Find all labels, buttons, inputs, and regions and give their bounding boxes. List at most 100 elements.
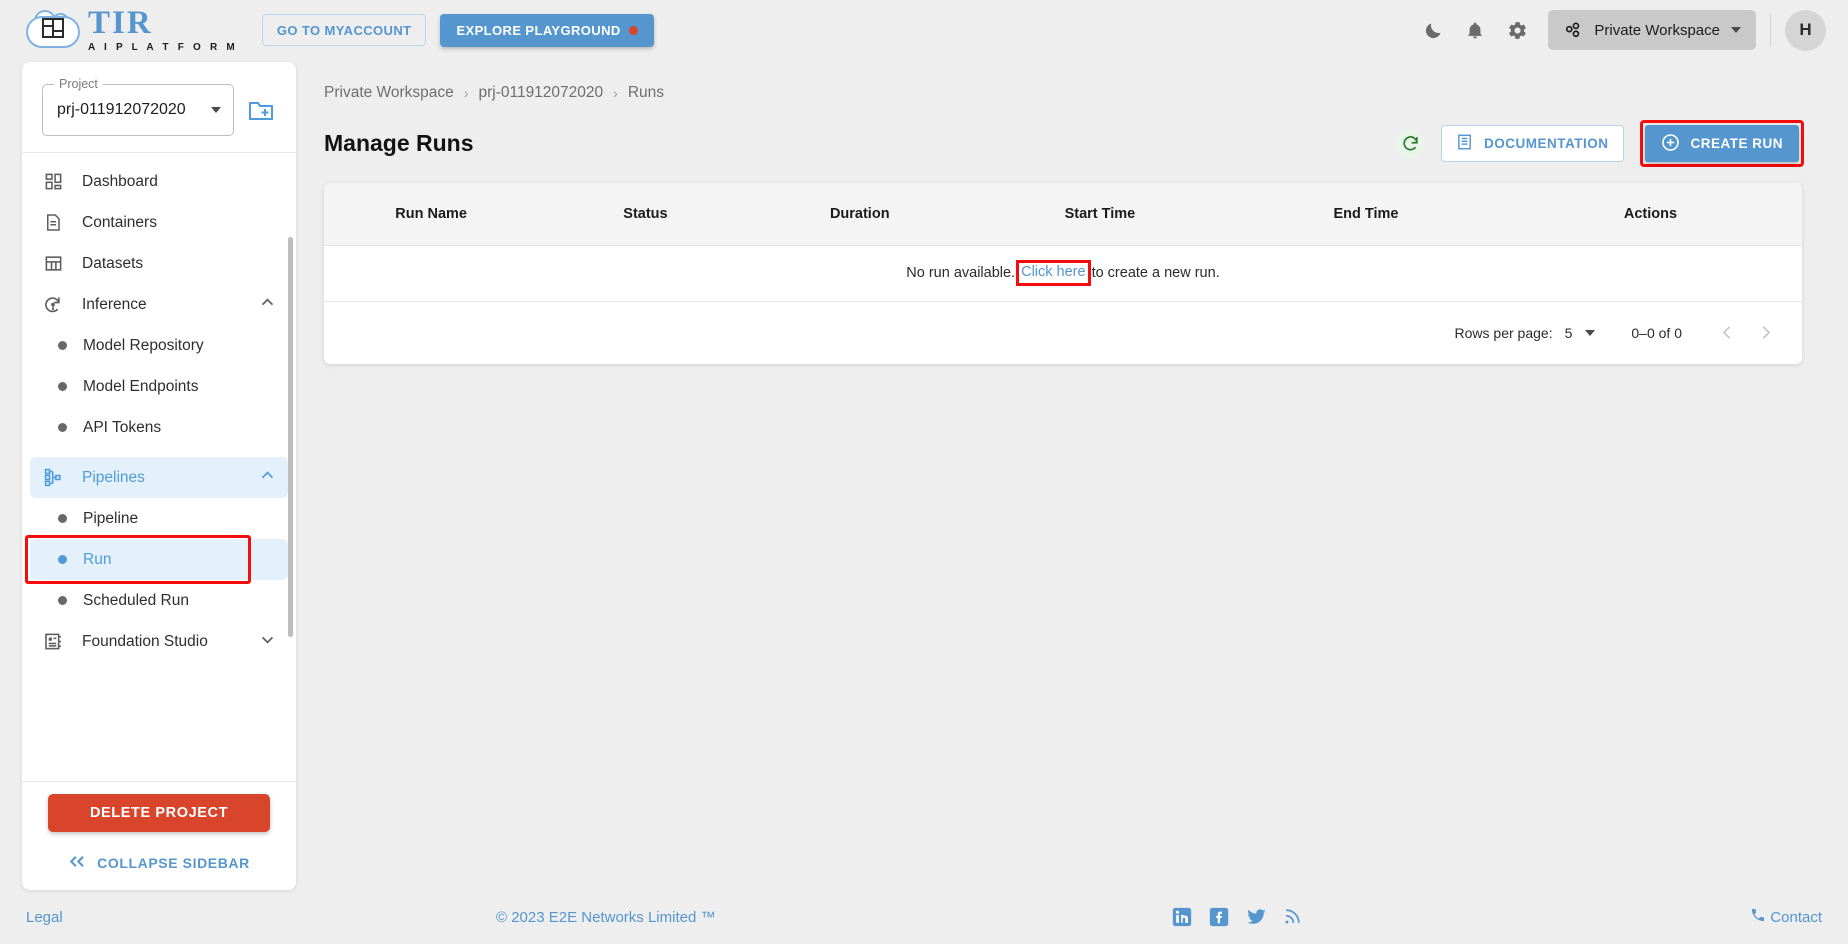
empty-state-prefix: No run available.: [906, 265, 1016, 281]
sidebar-scrollbar[interactable]: [288, 237, 293, 637]
sidebar-item-dashboard[interactable]: Dashboard: [30, 161, 288, 202]
footer-contact-link[interactable]: Contact: [1750, 907, 1822, 927]
workspace-icon: [1566, 22, 1580, 38]
sidebar-item-label: Scheduled Run: [83, 591, 189, 609]
chevron-down-icon: [211, 107, 221, 113]
app-logo[interactable]: TIR A I P L A T F O R M: [26, 7, 238, 53]
linkedin-icon[interactable]: [1172, 907, 1192, 927]
sidebar-item-datasets[interactable]: Datasets: [30, 243, 288, 284]
column-header-status[interactable]: Status: [538, 183, 753, 246]
sidebar-item-label: Containers: [82, 213, 157, 231]
bell-icon[interactable]: [1454, 9, 1496, 51]
sidebar-item-label: Model Repository: [83, 336, 204, 354]
breadcrumb-item-project[interactable]: prj-011912072020: [478, 84, 603, 102]
page-header-actions: DOCUMENTATION CREATE RUN: [1395, 120, 1824, 167]
breadcrumb-item-workspace[interactable]: Private Workspace: [324, 84, 454, 102]
plus-circle-icon: [1661, 133, 1680, 155]
column-header-end-time[interactable]: End Time: [1232, 183, 1499, 246]
sidebar-item-scheduled-run[interactable]: Scheduled Run: [30, 580, 288, 621]
chevron-down-icon: [1731, 27, 1741, 33]
empty-state-message: No run available. Click here to create a…: [906, 260, 1220, 286]
twitter-icon[interactable]: [1246, 907, 1266, 927]
refresh-icon[interactable]: [1395, 128, 1425, 159]
column-header-start-time[interactable]: Start Time: [966, 183, 1233, 246]
sidebar-item-containers[interactable]: Containers: [30, 202, 288, 243]
create-run-highlight-box: CREATE RUN: [1639, 120, 1804, 167]
column-header-run-name[interactable]: Run Name: [324, 183, 539, 246]
project-select-value: prj-011912072020: [57, 101, 186, 118]
sidebar-item-foundation-studio[interactable]: Foundation Studio: [30, 621, 288, 662]
main-content: Private Workspace › prj-011912072020 › R…: [324, 62, 1824, 364]
sidebar-item-inference[interactable]: Inference: [30, 284, 288, 325]
runs-table: Run Name Status Duration Start Time End …: [324, 183, 1802, 302]
gear-icon[interactable]: [1496, 9, 1538, 51]
chevron-down-icon: [259, 631, 276, 653]
empty-state-suffix: to create a new run.: [1091, 265, 1220, 281]
sidebar-item-label: API Tokens: [83, 418, 162, 436]
inference-icon: [42, 295, 64, 315]
sidebar-item-label: Pipelines: [82, 468, 145, 486]
chevron-down-icon: [1585, 329, 1596, 336]
rss-icon[interactable]: [1283, 907, 1303, 927]
workspace-label: Private Workspace: [1594, 21, 1720, 39]
sidebar-nav: Dashboard Containers Datasets Inference …: [22, 153, 296, 781]
moon-icon[interactable]: [1412, 9, 1454, 51]
explore-playground-label: EXPLORE PLAYGROUND: [456, 22, 621, 38]
logo-title: TIR: [88, 5, 153, 41]
folder-add-icon[interactable]: [248, 98, 276, 122]
create-run-label: CREATE RUN: [1690, 136, 1783, 151]
sidebar-item-label: Datasets: [82, 254, 144, 272]
click-here-link[interactable]: Click here: [1021, 264, 1085, 280]
create-run-button[interactable]: CREATE RUN: [1644, 125, 1799, 162]
top-bar: TIR A I P L A T F O R M GO TO MYACCOUNT …: [0, 0, 1848, 60]
record-dot-icon: [628, 25, 638, 35]
breadcrumb: Private Workspace › prj-011912072020 › R…: [324, 62, 1824, 102]
sidebar-item-model-repository[interactable]: Model Repository: [30, 325, 288, 366]
rows-per-page-select[interactable]: 5: [1565, 325, 1596, 341]
sidebar-item-label: Inference: [82, 295, 147, 313]
breadcrumb-item-runs[interactable]: Runs: [628, 84, 664, 102]
delete-project-button[interactable]: DELETE PROJECT: [48, 794, 270, 832]
runs-card: Run Name Status Duration Start Time End …: [324, 183, 1802, 364]
pipeline-icon: [42, 468, 64, 487]
studio-icon: [42, 632, 64, 651]
page-title: Manage Runs: [324, 130, 474, 156]
chevron-right-icon[interactable]: [1746, 314, 1784, 352]
documentation-button[interactable]: DOCUMENTATION: [1441, 125, 1624, 162]
book-icon: [1456, 133, 1473, 154]
footer-contact-label: Contact: [1770, 908, 1822, 926]
chevron-left-icon[interactable]: [1708, 314, 1746, 352]
sidebar-item-pipelines[interactable]: Pipelines: [30, 457, 288, 498]
grid-icon: [42, 254, 64, 273]
dashboard-icon: [42, 172, 64, 191]
column-header-actions[interactable]: Actions: [1498, 183, 1802, 246]
empty-state-cell: No run available. Click here to create a…: [324, 245, 1802, 302]
sidebar-item-model-endpoints[interactable]: Model Endpoints: [30, 366, 288, 407]
document-icon: [42, 213, 64, 232]
sidebar-item-run[interactable]: Run: [30, 539, 288, 580]
breadcrumb-separator: ›: [463, 85, 469, 101]
go-to-myaccount-button[interactable]: GO TO MYACCOUNT: [261, 14, 427, 46]
footer-legal-link[interactable]: Legal: [26, 909, 63, 926]
bullet-icon: [58, 341, 67, 350]
sidebar-item-api-tokens[interactable]: API Tokens: [30, 407, 288, 448]
bullet-icon: [58, 423, 67, 432]
explore-playground-button[interactable]: EXPLORE PLAYGROUND: [440, 13, 654, 47]
phone-icon: [1750, 907, 1766, 927]
bullet-icon: [58, 596, 67, 605]
column-header-duration[interactable]: Duration: [752, 183, 967, 246]
project-select[interactable]: Project prj-011912072020: [42, 77, 234, 136]
top-bar-right: Private Workspace H: [1412, 9, 1848, 51]
footer: Legal © 2023 E2E Networks Limited ™ Cont…: [0, 890, 1848, 944]
bullet-icon: [58, 382, 67, 391]
pagination-range: 0–0 of 0: [1631, 324, 1682, 341]
facebook-icon[interactable]: [1209, 907, 1229, 927]
sidebar-footer: DELETE PROJECT COLLAPSE SIDEBAR: [22, 782, 296, 890]
topbar-divider: [1770, 13, 1771, 47]
sidebar-item-pipeline[interactable]: Pipeline: [30, 498, 288, 539]
avatar[interactable]: H: [1785, 9, 1826, 51]
collapse-sidebar-button[interactable]: COLLAPSE SIDEBAR: [48, 854, 270, 872]
footer-copyright: © 2023 E2E Networks Limited ™: [496, 908, 716, 926]
workspace-selector[interactable]: Private Workspace: [1548, 10, 1756, 50]
